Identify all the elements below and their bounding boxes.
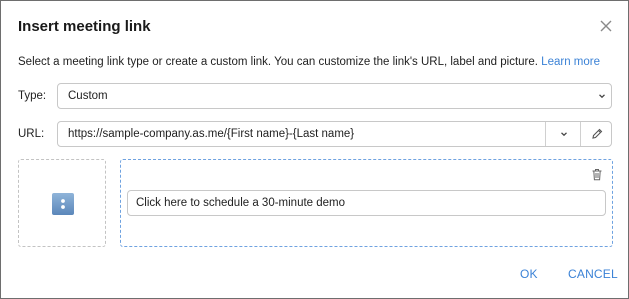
- picture-dropzone[interactable]: [18, 159, 106, 247]
- picture-placeholder-icon: [52, 193, 74, 215]
- type-select-value: Custom: [68, 90, 108, 102]
- chevron-down-icon[interactable]: [559, 129, 569, 139]
- url-input-value: https://sample-company.as.me/{First name…: [68, 128, 355, 140]
- cancel-button[interactable]: CANCEL: [568, 267, 618, 281]
- url-input[interactable]: https://sample-company.as.me/{First name…: [57, 121, 612, 147]
- type-label: Type:: [18, 90, 47, 102]
- close-icon[interactable]: [598, 18, 614, 34]
- trash-icon[interactable]: [591, 168, 603, 181]
- insert-meeting-link-dialog: Insert meeting link Select a meeting lin…: [0, 0, 629, 299]
- link-label-value: Click here to schedule a 30-minute demo: [136, 197, 346, 209]
- type-select[interactable]: Custom: [57, 83, 612, 109]
- link-label-input[interactable]: Click here to schedule a 30-minute demo: [127, 190, 606, 216]
- chevron-down-icon: [599, 94, 605, 99]
- ok-button[interactable]: OK: [520, 267, 538, 281]
- learn-more-link[interactable]: Learn more: [541, 56, 600, 68]
- url-label: URL:: [18, 128, 45, 140]
- dialog-description: Select a meeting link type or create a c…: [18, 56, 600, 68]
- description-text: Select a meeting link type or create a c…: [18, 56, 538, 68]
- link-label-box: Click here to schedule a 30-minute demo: [120, 159, 613, 247]
- url-divider: [545, 122, 546, 146]
- pencil-icon[interactable]: [590, 127, 604, 141]
- dialog-title: Insert meeting link: [18, 18, 151, 35]
- url-divider: [580, 122, 581, 146]
